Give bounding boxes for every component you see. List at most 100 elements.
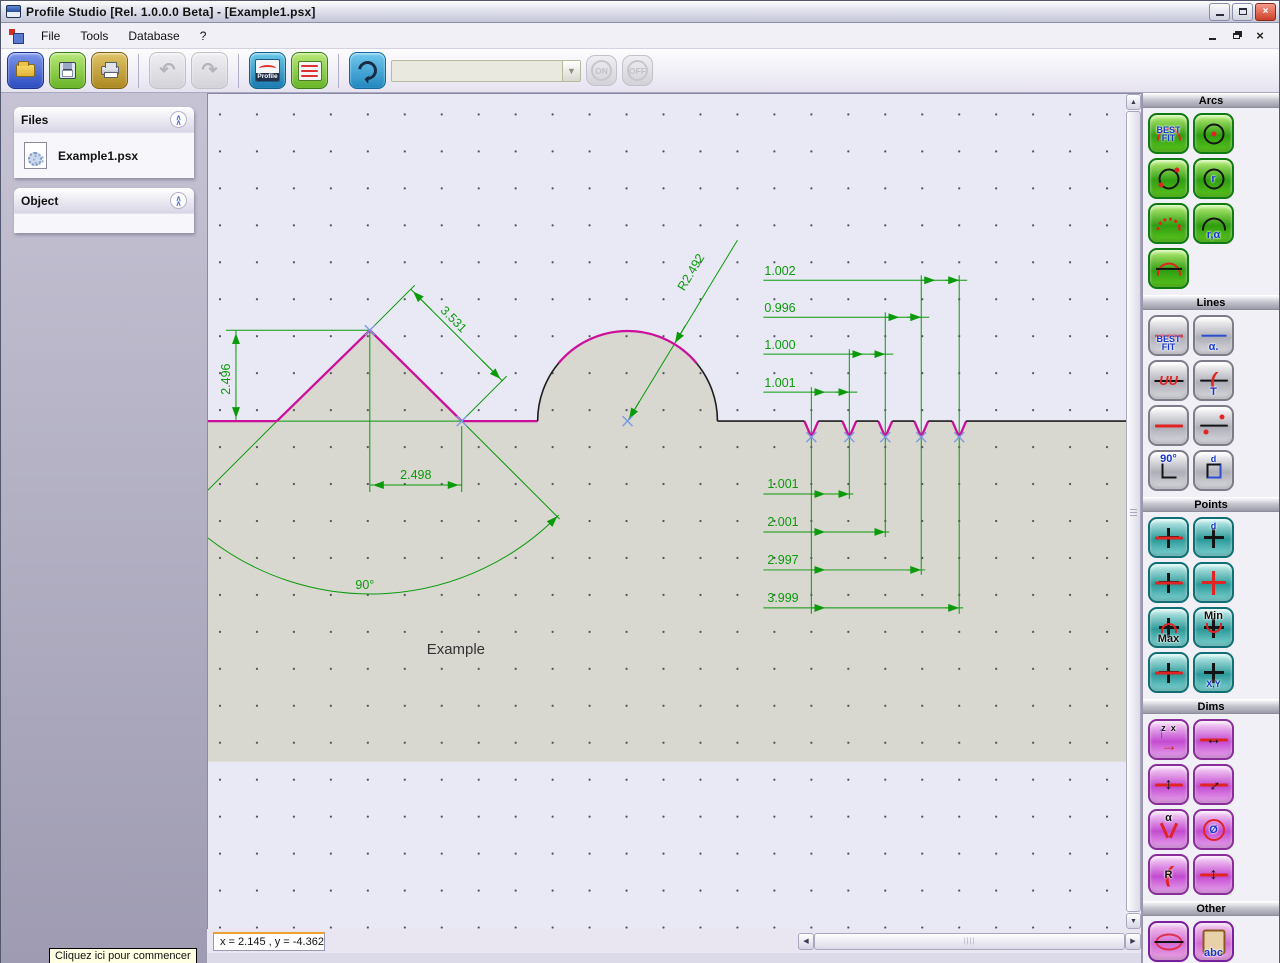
chevron-down-icon[interactable]: ▼ xyxy=(562,61,580,81)
line-2-points-button[interactable] xyxy=(1193,405,1234,446)
arc-by-center-button[interactable] xyxy=(1193,113,1234,154)
cumulative-dim-label: 3.999 xyxy=(767,591,798,605)
mdi-minimize-button[interactable] xyxy=(1205,30,1219,42)
printer-icon xyxy=(101,66,119,75)
horizontal-scroll-thumb[interactable]: |||| xyxy=(814,933,1125,950)
pitch-dim-label: 1.002 xyxy=(764,264,795,278)
section-header-other: Other xyxy=(1143,901,1279,916)
point-min-button[interactable]: Min xyxy=(1193,607,1234,648)
connect-device-button[interactable] xyxy=(349,52,386,89)
scroll-right-icon[interactable]: ▶ xyxy=(1125,933,1141,950)
mdi-close-button[interactable]: × xyxy=(1253,30,1267,42)
minimize-button[interactable] xyxy=(1209,3,1230,21)
scroll-left-icon[interactable]: ◀ xyxy=(798,933,814,950)
app-icon xyxy=(6,5,21,18)
profile-icon-label: Profile xyxy=(256,73,279,81)
point-distance-button[interactable]: d xyxy=(1193,517,1234,558)
chevron-up-icon[interactable]: ∧∧ xyxy=(170,111,187,128)
line-thru-waves-button[interactable] xyxy=(1148,360,1189,401)
dim-point-line-button[interactable] xyxy=(1193,854,1234,895)
drawing-workarea: 2.496 3.531 2.498 90° R2.492 1.002 0.996… xyxy=(207,93,1141,963)
tools[interactable]: Tools xyxy=(70,25,118,47)
line-d-alpha-button[interactable]: α. xyxy=(1193,315,1234,356)
arc-r-alpha-button[interactable]: r,α xyxy=(1193,203,1234,244)
mdi-restore-button[interactable] xyxy=(1229,30,1243,42)
line-parallel-button[interactable] xyxy=(1148,405,1189,446)
other-tools: abc xyxy=(1143,916,1279,963)
dim-oblique-button[interactable] xyxy=(1193,764,1234,805)
dim-horizontal-button[interactable] xyxy=(1193,719,1234,760)
dim-diameter-button[interactable]: Ø xyxy=(1193,809,1234,850)
redo-button[interactable]: ↷ xyxy=(191,52,228,89)
files-pane-header[interactable]: Files ∧∧ xyxy=(14,107,194,132)
dim-vertical-button[interactable] xyxy=(1148,764,1189,805)
line-tangent-button[interactable]: T xyxy=(1193,360,1234,401)
pitch-dim-label: 1.001 xyxy=(764,376,795,390)
close-button[interactable]: × xyxy=(1255,3,1276,21)
point-xy-button[interactable]: X,Y xyxy=(1193,652,1234,693)
point-intersection-button[interactable] xyxy=(1193,562,1234,603)
redo-icon: ↷ xyxy=(202,61,218,80)
arc-thru-points-button[interactable] xyxy=(1148,203,1189,244)
folder-icon xyxy=(16,64,35,77)
object-pane-title: Object xyxy=(21,194,58,208)
dim-angle-button[interactable]: α xyxy=(1148,809,1189,850)
menu-bar: File Tools Database ? × xyxy=(1,23,1279,49)
profile-view-button[interactable]: Profile xyxy=(249,52,286,89)
dim-zx-axes-button[interactable]: z x xyxy=(1148,719,1189,760)
arc-best-fit-button[interactable]: BEST FIT xyxy=(1148,113,1189,154)
dims-tools: z x α Ø xyxy=(1143,714,1279,901)
line-best-fit-button[interactable]: BEST FIT xyxy=(1148,315,1189,356)
points-tools: d Max Min xyxy=(1143,512,1279,699)
window-title: Profile Studio [Rel. 1.0.0.0 Beta] - [Ex… xyxy=(26,5,316,19)
point-on-line-button[interactable] xyxy=(1148,562,1189,603)
app-window: Profile Studio [Rel. 1.0.0.0 Beta] - [Ex… xyxy=(0,0,1280,963)
database[interactable]: Database xyxy=(118,25,189,47)
point-on-curve-button[interactable] xyxy=(1148,517,1189,558)
-[interactable]: ? xyxy=(190,25,217,47)
horizontal-scrollbar[interactable]: ◀ |||| ▶ xyxy=(798,933,1141,950)
vertical-scroll-thumb[interactable] xyxy=(1126,111,1141,912)
dim-height-label: 2.496 xyxy=(219,363,233,394)
cumulative-dim-label: 2.001 xyxy=(767,515,798,529)
point-on-segment-button[interactable] xyxy=(1148,652,1189,693)
tool-panel: Arcs BEST FIT r xyxy=(1141,93,1279,963)
object-pane: Object ∧∧ xyxy=(14,188,194,233)
section-header-arcs: Arcs xyxy=(1143,93,1279,108)
file-item[interactable]: Example1.psx xyxy=(58,149,138,163)
chevron-up-icon[interactable]: ∧∧ xyxy=(170,192,187,209)
files-pane-title: Files xyxy=(21,113,48,127)
dim-radius-button[interactable]: R xyxy=(1148,854,1189,895)
floppy-icon xyxy=(59,62,76,79)
restore-button[interactable] xyxy=(1232,3,1253,21)
line-square-button[interactable]: d xyxy=(1193,450,1234,491)
annotation-button[interactable]: abc xyxy=(1193,921,1234,962)
dim-angle-label: 90° xyxy=(355,578,374,592)
toolbar-separator xyxy=(338,54,339,88)
print-button[interactable] xyxy=(91,52,128,89)
multi-profile-button[interactable] xyxy=(291,52,328,89)
vertical-scrollbar[interactable]: ▲ ▼ xyxy=(1126,94,1141,929)
off-button[interactable]: OFF xyxy=(622,55,653,86)
save-button[interactable] xyxy=(49,52,86,89)
scroll-up-icon[interactable]: ▲ xyxy=(1126,94,1141,110)
dot-grid xyxy=(208,94,1126,928)
lines-tools: BEST FIT α. T xyxy=(1143,310,1279,497)
point-max-button[interactable]: Max xyxy=(1148,607,1189,648)
scroll-down-icon[interactable]: ▼ xyxy=(1126,913,1141,929)
undo-button[interactable]: ↶ xyxy=(149,52,186,89)
line-90deg-button[interactable]: 90° xyxy=(1148,450,1189,491)
object-pane-header[interactable]: Object ∧∧ xyxy=(14,188,194,213)
file[interactable]: File xyxy=(31,25,70,47)
arc-radius-button[interactable]: r xyxy=(1193,158,1234,199)
waveforms-icon xyxy=(298,61,322,81)
arc-3-points-button[interactable] xyxy=(1148,158,1189,199)
symmetry-button[interactable] xyxy=(1148,921,1189,962)
drawing-canvas[interactable]: 2.496 3.531 2.498 90° R2.492 1.002 0.996… xyxy=(208,94,1126,929)
undo-icon: ↶ xyxy=(160,61,176,80)
arc-on-profile-button[interactable] xyxy=(1148,248,1189,289)
coordinates-readout: x = 2.145 , y = -4.362 xyxy=(213,932,325,951)
device-combobox[interactable]: ▼ xyxy=(391,60,581,82)
open-file-button[interactable] xyxy=(7,52,44,89)
on-button[interactable]: ON xyxy=(586,55,617,86)
